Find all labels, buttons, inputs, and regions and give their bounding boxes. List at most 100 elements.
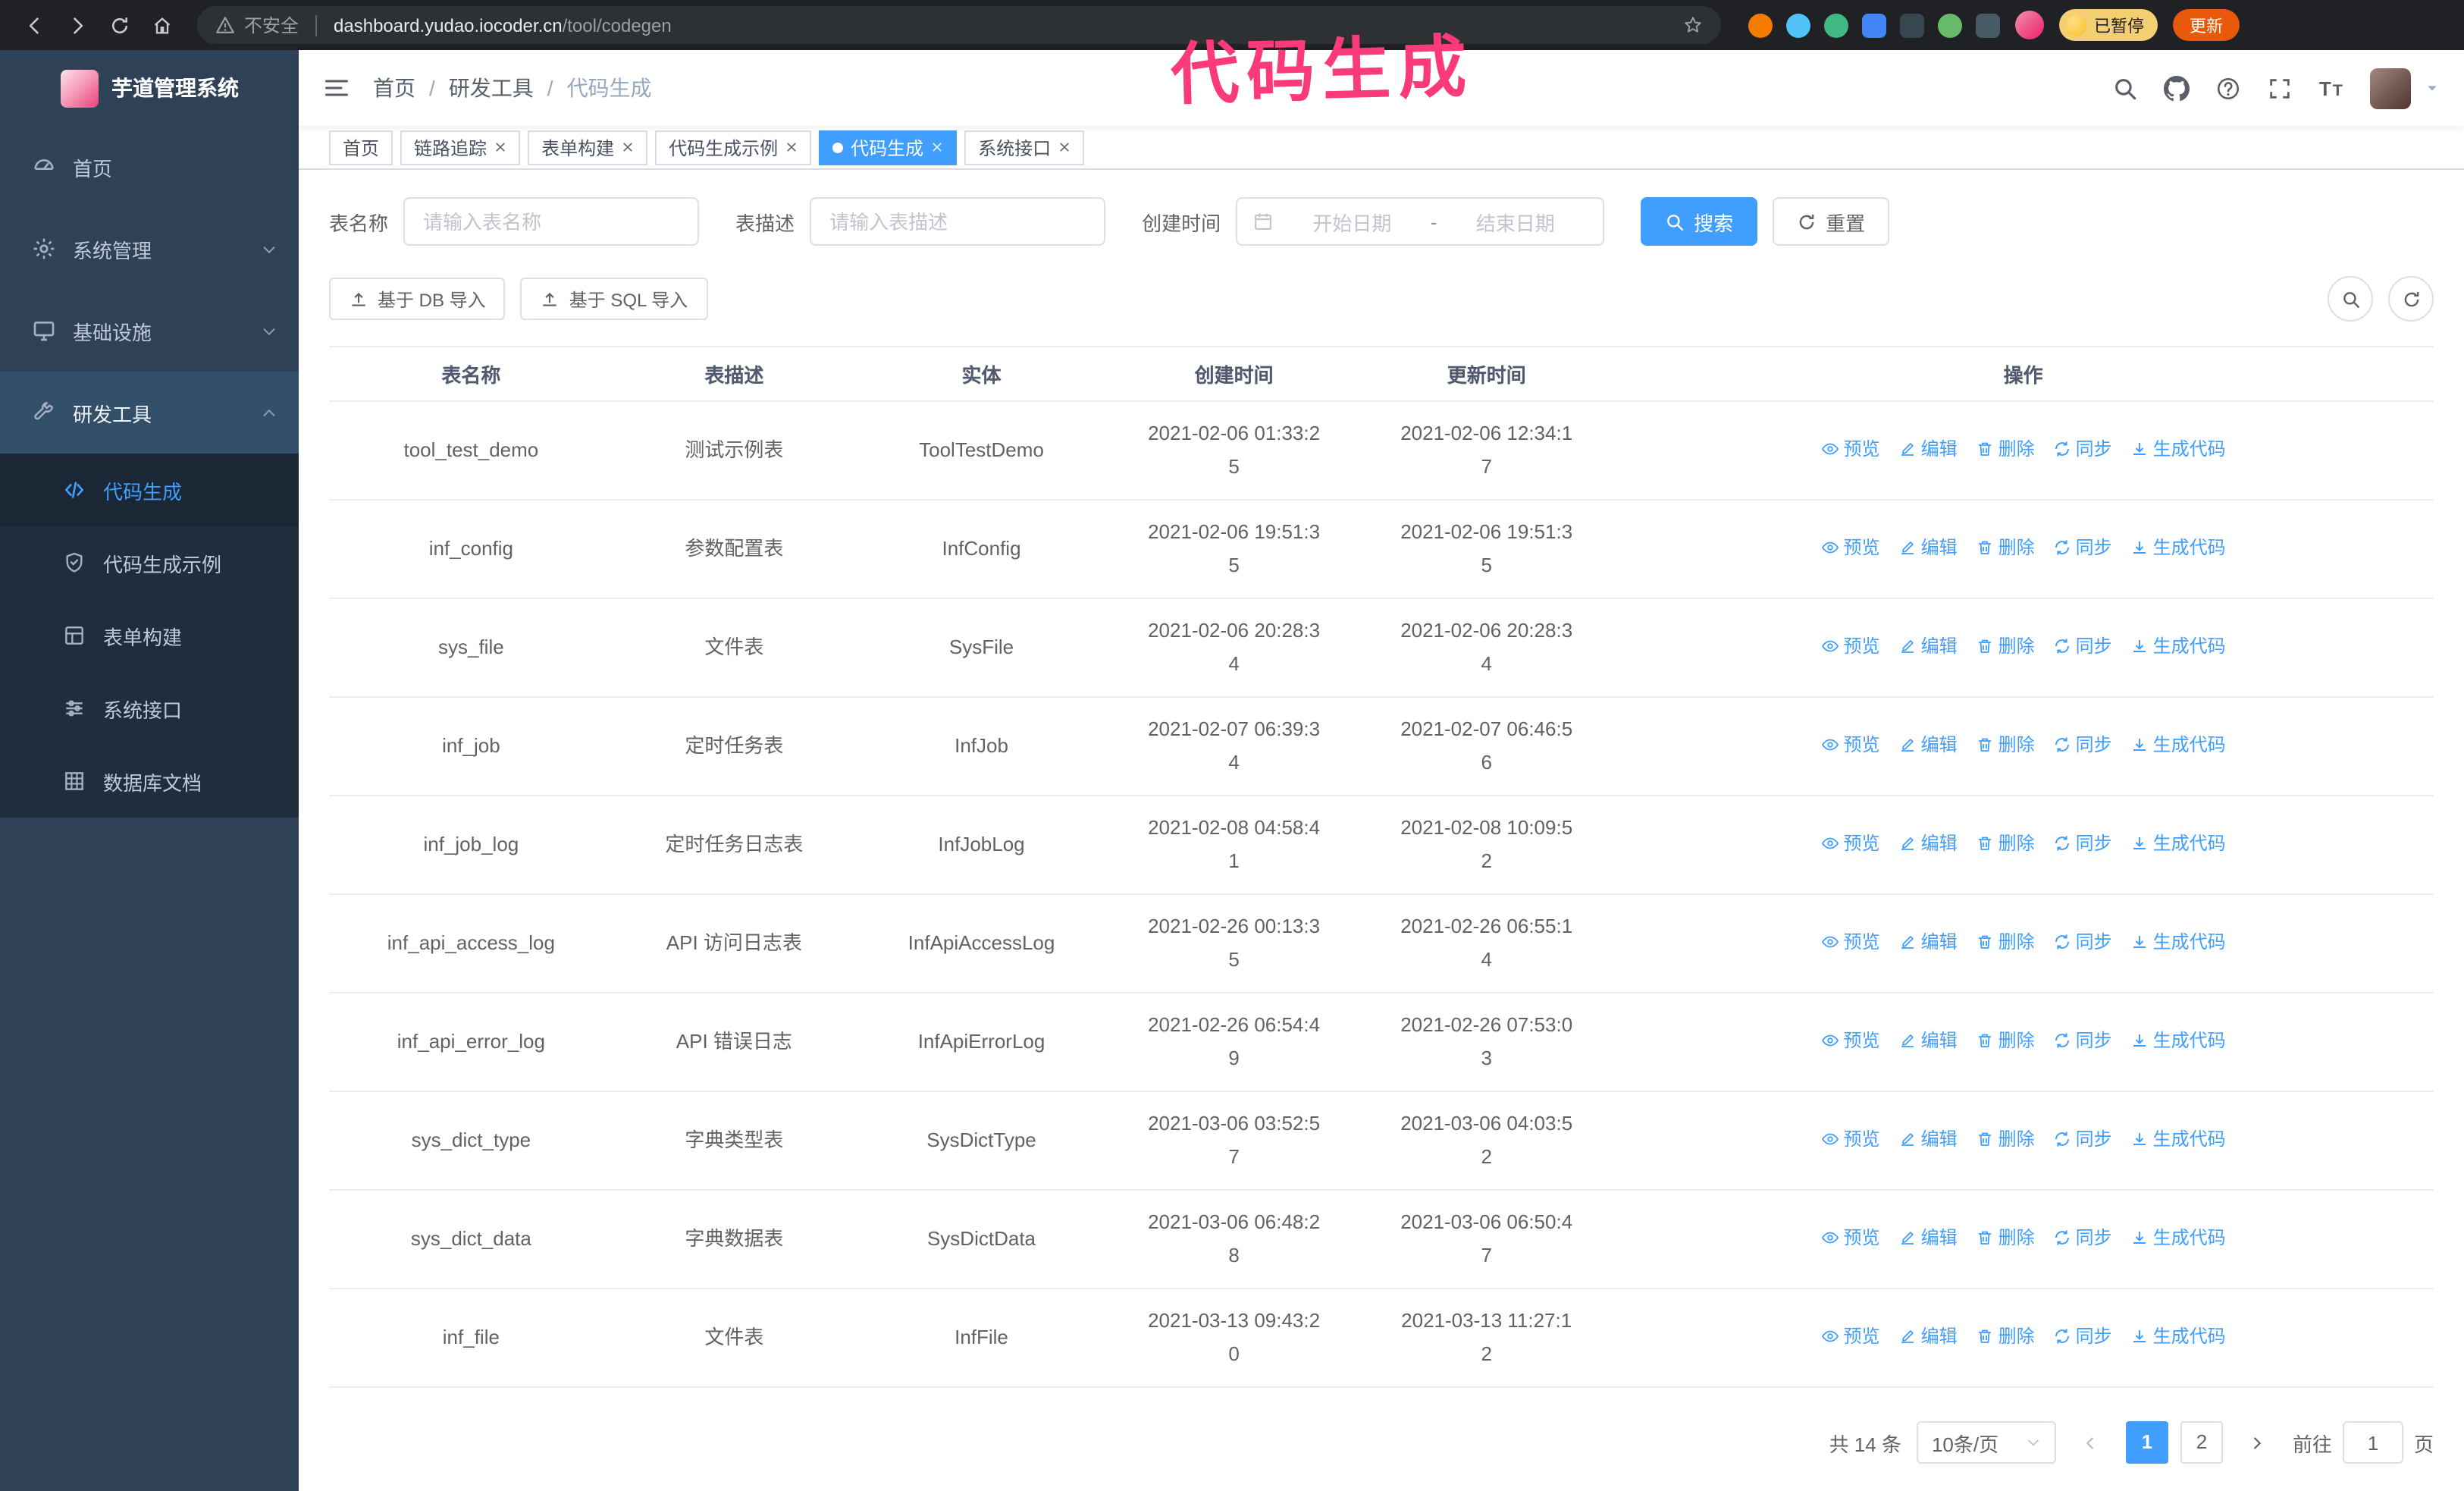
delete-link[interactable]: 删除 — [1976, 432, 2035, 466]
next-page-button[interactable] — [2238, 1421, 2277, 1464]
preview-link[interactable]: 预览 — [1821, 1320, 1880, 1353]
preview-link[interactable]: 预览 — [1821, 1221, 1880, 1254]
sync-link[interactable]: 同步 — [2053, 728, 2112, 761]
toggle-search-button[interactable] — [2328, 276, 2373, 322]
home-button[interactable] — [143, 5, 182, 45]
sidebar-item-codegen[interactable]: 代码生成 — [0, 454, 299, 526]
reset-button[interactable]: 重置 — [1773, 197, 1890, 246]
sync-link[interactable]: 同步 — [2053, 1320, 2112, 1353]
edit-link[interactable]: 编辑 — [1898, 827, 1958, 860]
hamburger-button[interactable] — [323, 74, 350, 102]
preview-link[interactable]: 预览 — [1821, 432, 1880, 466]
edit-link[interactable]: 编辑 — [1898, 925, 1958, 959]
dark-extension-icon[interactable] — [1900, 13, 1924, 37]
sync-link[interactable]: 同步 — [2053, 1122, 2112, 1156]
drop-extension-icon[interactable] — [1786, 13, 1810, 37]
preview-link[interactable]: 预览 — [1821, 1122, 1880, 1156]
back-button[interactable] — [15, 5, 55, 45]
sync-link[interactable]: 同步 — [2053, 1024, 2112, 1057]
table-name-input[interactable] — [403, 197, 700, 246]
delete-link[interactable]: 删除 — [1976, 1024, 2035, 1057]
page-size-select[interactable]: 10条/页 — [1916, 1421, 2056, 1464]
tab-trace[interactable]: 链路追踪 — [400, 130, 521, 165]
preview-link[interactable]: 预览 — [1821, 728, 1880, 761]
generate-link[interactable]: 生成代码 — [2130, 531, 2226, 564]
tab-codegen[interactable]: 代码生成 — [819, 130, 958, 165]
sync-link[interactable]: 同步 — [2053, 432, 2112, 466]
caret-down-icon[interactable] — [2425, 80, 2440, 96]
generate-link[interactable]: 生成代码 — [2130, 629, 2226, 663]
sidebar-item-infrastructure[interactable]: 基础设施 — [0, 290, 299, 372]
edit-link[interactable]: 编辑 — [1898, 1122, 1958, 1156]
leaf-extension-icon[interactable] — [1938, 13, 1962, 37]
refresh-button[interactable] — [2388, 276, 2434, 322]
delete-link[interactable]: 删除 — [1976, 827, 2035, 860]
search-button[interactable]: 搜索 — [1641, 197, 1758, 246]
sync-link[interactable]: 同步 — [2053, 925, 2112, 959]
sidebar-item-system-management[interactable]: 系统管理 — [0, 208, 299, 290]
prev-page-button[interactable] — [2071, 1421, 2111, 1464]
generate-link[interactable]: 生成代码 — [2130, 1221, 2226, 1254]
goto-input[interactable] — [2342, 1421, 2403, 1464]
edit-link[interactable]: 编辑 — [1898, 1320, 1958, 1353]
page-2-button[interactable]: 2 — [2180, 1421, 2223, 1464]
generate-link[interactable]: 生成代码 — [2130, 1122, 2226, 1156]
help-button[interactable] — [2216, 75, 2242, 101]
tab-codegen-example[interactable]: 代码生成示例 — [655, 130, 812, 165]
delete-link[interactable]: 删除 — [1976, 925, 2035, 959]
search-button[interactable] — [2113, 75, 2139, 101]
vue-devtools-extension-icon[interactable] — [1824, 13, 1848, 37]
grid-extension-icon[interactable] — [1862, 13, 1886, 37]
preview-link[interactable]: 预览 — [1821, 629, 1880, 663]
generate-link[interactable]: 生成代码 — [2130, 1024, 2226, 1057]
orange-extension-icon[interactable] — [1748, 13, 1773, 37]
generate-link[interactable]: 生成代码 — [2130, 925, 2226, 959]
update-button[interactable]: 更新 — [2173, 9, 2240, 41]
preview-link[interactable]: 预览 — [1821, 925, 1880, 959]
sync-link[interactable]: 同步 — [2053, 531, 2112, 564]
delete-link[interactable]: 删除 — [1976, 1320, 2035, 1353]
import-db-button[interactable]: 基于 DB 导入 — [329, 278, 506, 320]
edit-link[interactable]: 编辑 — [1898, 1024, 1958, 1057]
edit-link[interactable]: 编辑 — [1898, 629, 1958, 663]
sync-link[interactable]: 同步 — [2053, 827, 2112, 860]
date-range-picker[interactable]: 开始日期 - 结束日期 — [1236, 197, 1605, 246]
browser-profile-avatar[interactable] — [2015, 11, 2044, 39]
user-avatar[interactable] — [2370, 67, 2411, 108]
edit-link[interactable]: 编辑 — [1898, 432, 1958, 466]
table-desc-input[interactable] — [810, 197, 1106, 246]
close-icon[interactable] — [494, 141, 506, 153]
import-sql-button[interactable]: 基于 SQL 导入 — [520, 278, 708, 320]
preview-link[interactable]: 预览 — [1821, 1024, 1880, 1057]
delete-link[interactable]: 删除 — [1976, 1122, 2035, 1156]
forward-button[interactable] — [58, 5, 97, 45]
edit-link[interactable]: 编辑 — [1898, 728, 1958, 761]
delete-link[interactable]: 删除 — [1976, 1221, 2035, 1254]
sidebar-item-form-builder[interactable]: 表单构建 — [0, 599, 299, 672]
sidebar-item-system-api[interactable]: 系统接口 — [0, 672, 299, 745]
puzzle-extension-icon[interactable] — [1976, 13, 2000, 37]
fullscreen-button[interactable] — [2268, 75, 2293, 101]
close-icon[interactable] — [785, 141, 798, 153]
address-bar[interactable]: 不安全 dashboard.yudao.iocoder.cn/tool/code… — [197, 6, 1721, 44]
generate-link[interactable]: 生成代码 — [2130, 432, 2226, 466]
fontsize-button[interactable]: TT — [2319, 77, 2344, 99]
delete-link[interactable]: 删除 — [1976, 531, 2035, 564]
sidebar-item-db-doc[interactable]: 数据库文档 — [0, 745, 299, 818]
close-icon[interactable] — [1058, 141, 1071, 153]
bookmark-star-icon[interactable] — [1683, 15, 1703, 35]
generate-link[interactable]: 生成代码 — [2130, 1320, 2226, 1353]
paused-badge[interactable]: 已暂停 — [2059, 9, 2158, 41]
reload-button[interactable] — [100, 5, 140, 45]
close-icon[interactable] — [931, 141, 943, 153]
tab-form-builder[interactable]: 表单构建 — [528, 130, 648, 165]
sidebar-item-codegen-example[interactable]: 代码生成示例 — [0, 526, 299, 599]
tab-system-api[interactable]: 系统接口 — [964, 130, 1085, 165]
generate-link[interactable]: 生成代码 — [2130, 728, 2226, 761]
edit-link[interactable]: 编辑 — [1898, 531, 1958, 564]
page-1-button[interactable]: 1 — [2125, 1421, 2168, 1464]
breadcrumb-item[interactable]: 首页 — [373, 73, 415, 103]
preview-link[interactable]: 预览 — [1821, 531, 1880, 564]
breadcrumb-item[interactable]: 研发工具 — [449, 73, 534, 103]
sidebar-item-dev-tools[interactable]: 研发工具 — [0, 372, 299, 454]
